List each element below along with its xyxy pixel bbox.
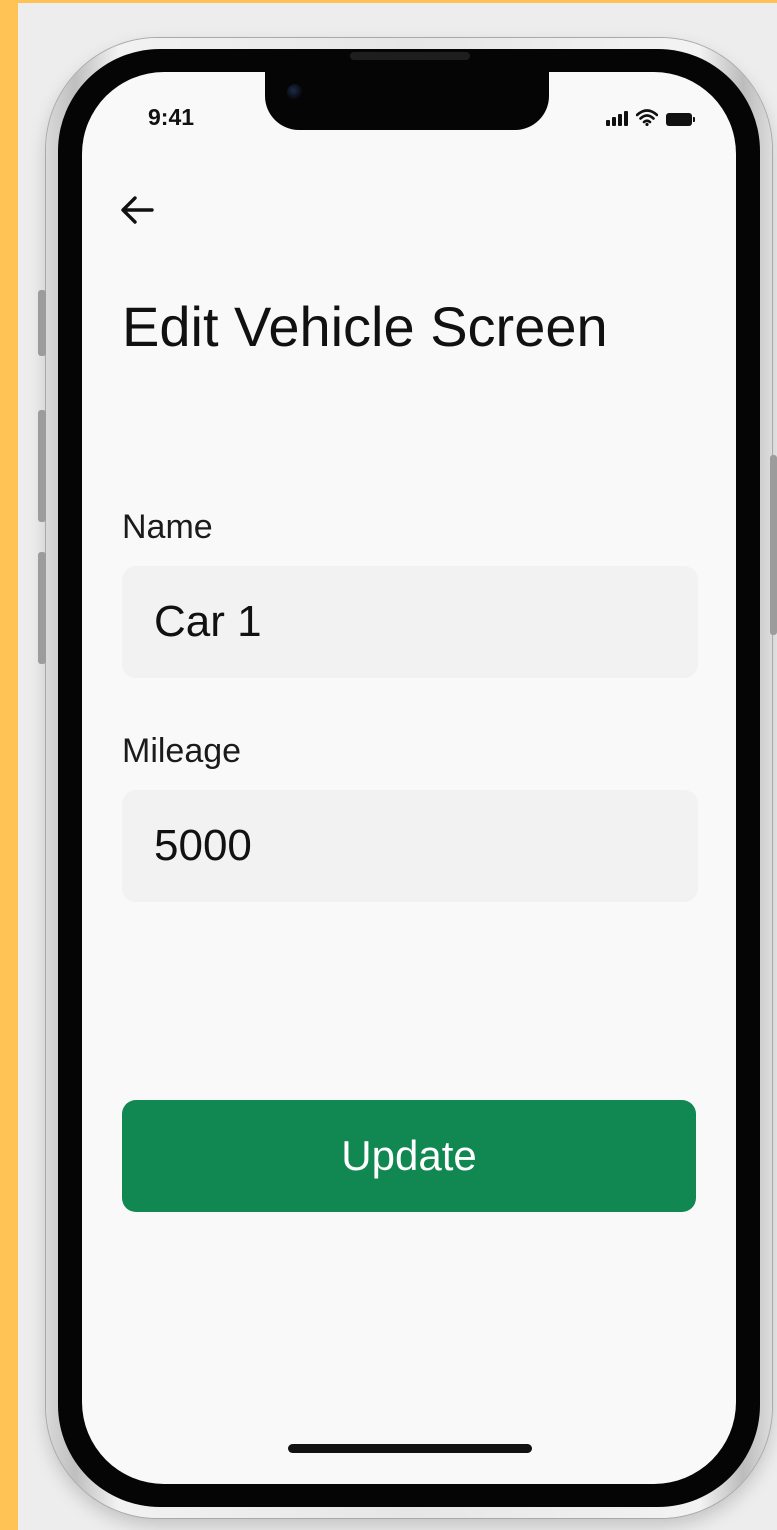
name-input[interactable]	[122, 566, 698, 678]
phone-power-button	[770, 455, 777, 635]
status-icons	[606, 108, 695, 126]
phone-screen: 9:41 Edit Vehicle Screen Name Mileage	[82, 72, 736, 1484]
phone-volume-up-button	[38, 410, 46, 522]
home-indicator[interactable]	[288, 1444, 532, 1453]
phone-speaker	[350, 52, 470, 60]
back-button[interactable]	[116, 190, 160, 230]
phone-volume-down-button	[38, 552, 46, 664]
phone-silent-switch	[38, 290, 46, 356]
page-title: Edit Vehicle Screen	[122, 295, 608, 358]
camera-icon	[287, 84, 303, 100]
back-arrow-icon	[121, 196, 154, 224]
status-time: 9:41	[148, 104, 195, 130]
mileage-label: Mileage	[122, 732, 242, 770]
name-label: Name	[122, 508, 213, 546]
signal-icon	[606, 110, 628, 126]
update-button[interactable]: Update	[122, 1100, 696, 1212]
battery-icon	[666, 113, 695, 126]
notch	[265, 72, 549, 130]
mileage-input[interactable]	[122, 790, 698, 902]
wifi-icon	[636, 109, 658, 126]
